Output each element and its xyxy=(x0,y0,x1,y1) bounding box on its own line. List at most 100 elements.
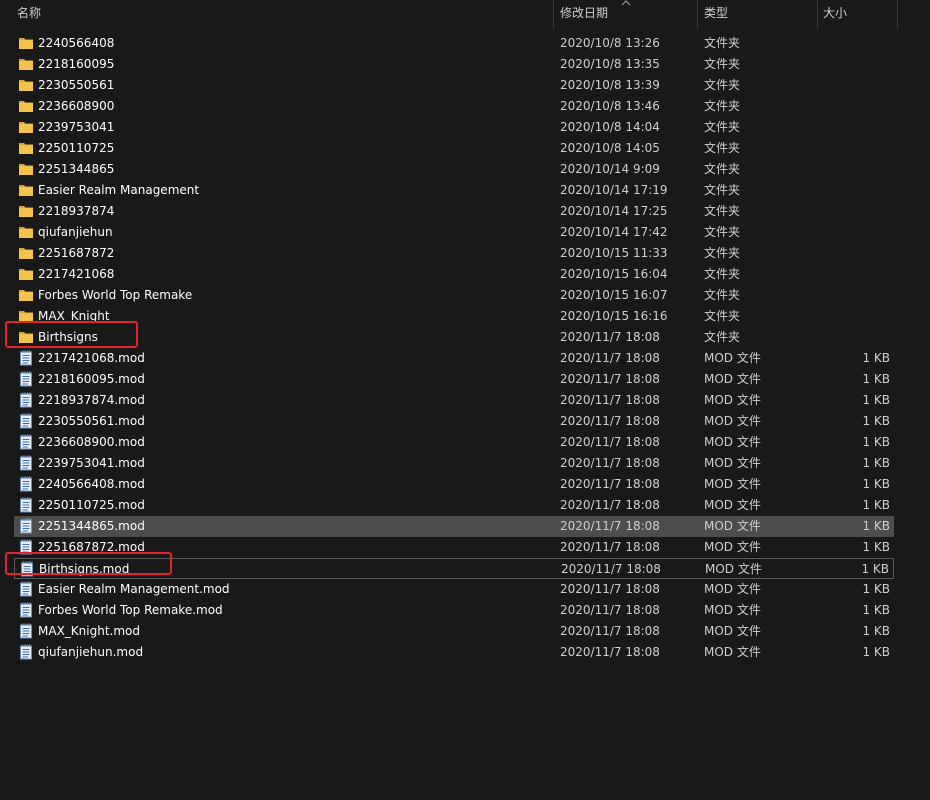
file-row[interactable]: 2217421068.mod 2020/11/7 18:08 MOD 文件 1 KB xyxy=(14,348,894,369)
file-modified-date: 2020/10/14 9:09 xyxy=(560,162,660,176)
folder-row[interactable]: 2218937874 2020/10/14 17:25 文件夹 xyxy=(14,201,894,222)
folder-icon xyxy=(18,140,34,156)
folder-row[interactable]: 2236608900 2020/10/8 13:46 文件夹 xyxy=(14,96,894,117)
file-type: 文件夹 xyxy=(704,330,741,344)
file-type: 文件夹 xyxy=(704,288,741,302)
file-size: 1 KB xyxy=(862,519,890,533)
notepad-file-icon xyxy=(18,350,34,366)
file-name: 2230550561.mod xyxy=(38,414,145,428)
file-row[interactable]: Easier Realm Management.mod 2020/11/7 18:… xyxy=(14,579,894,600)
file-size: 1 KB xyxy=(862,540,890,554)
file-modified-date: 2020/10/8 14:05 xyxy=(560,141,660,155)
file-type: 文件夹 xyxy=(704,267,741,281)
file-name: qiufanjiehun xyxy=(38,225,113,239)
column-divider[interactable] xyxy=(697,0,698,28)
column-divider[interactable] xyxy=(817,0,818,28)
folder-row[interactable]: 2251344865 2020/10/14 9:09 文件夹 xyxy=(14,159,894,180)
notepad-file-icon xyxy=(18,434,34,450)
notepad-file-icon xyxy=(18,518,34,534)
file-row[interactable]: 2240566408.mod 2020/11/7 18:08 MOD 文件 1 KB xyxy=(14,474,894,495)
folder-row[interactable]: 2217421068 2020/10/15 16:04 文件夹 xyxy=(14,264,894,285)
file-name: 2240566408 xyxy=(38,36,115,50)
folder-row[interactable]: Forbes World Top Remake 2020/10/15 16:07 文… xyxy=(14,285,894,306)
column-header-name[interactable]: 名称 xyxy=(17,0,547,28)
folder-row[interactable]: MAX_Knight 2020/10/15 16:16 文件夹 xyxy=(14,306,894,327)
file-modified-date: 2020/10/15 16:07 xyxy=(560,288,668,302)
file-name: 2239753041.mod xyxy=(38,456,145,470)
file-modified-date: 2020/11/7 18:08 xyxy=(560,330,660,344)
highlight-box xyxy=(5,321,138,348)
file-modified-date: 2020/11/7 18:08 xyxy=(560,435,660,449)
file-size: 1 KB xyxy=(862,498,890,512)
file-row[interactable]: 2218937874.mod 2020/11/7 18:08 MOD 文件 1 KB xyxy=(14,390,894,411)
file-modified-date: 2020/10/8 13:26 xyxy=(560,36,660,50)
folder-icon xyxy=(18,56,34,72)
file-modified-date: 2020/11/7 18:08 xyxy=(560,519,660,533)
file-modified-date: 2020/10/8 13:35 xyxy=(560,57,660,71)
folder-row[interactable]: qiufanjiehun 2020/10/14 17:42 文件夹 xyxy=(14,222,894,243)
file-modified-date: 2020/11/7 18:08 xyxy=(560,372,660,386)
file-row[interactable]: 2239753041.mod 2020/11/7 18:08 MOD 文件 1 KB xyxy=(14,453,894,474)
folder-row[interactable]: 2230550561 2020/10/8 13:39 文件夹 xyxy=(14,75,894,96)
file-row[interactable]: MAX_Knight.mod 2020/11/7 18:08 MOD 文件 1 KB xyxy=(14,621,894,642)
file-modified-date: 2020/10/15 11:33 xyxy=(560,246,668,260)
notepad-file-icon xyxy=(18,497,34,513)
file-name: 2250110725 xyxy=(38,141,115,155)
folder-row[interactable]: 2251687872 2020/10/15 11:33 文件夹 xyxy=(14,243,894,264)
folder-row[interactable]: 2218160095 2020/10/8 13:35 文件夹 xyxy=(14,54,894,75)
column-divider[interactable] xyxy=(553,0,554,28)
file-type: MOD 文件 xyxy=(704,372,761,386)
folder-row[interactable]: 2239753041 2020/10/8 14:04 文件夹 xyxy=(14,117,894,138)
file-row[interactable]: 2236608900.mod 2020/11/7 18:08 MOD 文件 1 KB xyxy=(14,432,894,453)
notepad-file-icon xyxy=(18,623,34,639)
notepad-file-icon xyxy=(18,581,34,597)
file-type: MOD 文件 xyxy=(704,645,761,659)
folder-icon xyxy=(18,161,34,177)
file-type: 文件夹 xyxy=(704,183,741,197)
folder-icon xyxy=(18,287,34,303)
file-name: 2218160095.mod xyxy=(38,372,145,386)
file-row[interactable]: 2250110725.mod 2020/11/7 18:08 MOD 文件 1 KB xyxy=(14,495,894,516)
file-modified-date: 2020/11/7 18:08 xyxy=(560,393,660,407)
file-type: MOD 文件 xyxy=(704,351,761,365)
file-size: 1 KB xyxy=(862,435,890,449)
folder-icon xyxy=(18,77,34,93)
file-name: Forbes World Top Remake.mod xyxy=(38,603,223,617)
file-type: MOD 文件 xyxy=(704,519,761,533)
file-size: 1 KB xyxy=(862,603,890,617)
file-modified-date: 2020/10/14 17:19 xyxy=(560,183,668,197)
file-modified-date: 2020/11/7 18:08 xyxy=(560,351,660,365)
file-row[interactable]: 2218160095.mod 2020/11/7 18:08 MOD 文件 1 KB xyxy=(14,369,894,390)
column-header-type[interactable]: 类型 xyxy=(704,0,814,28)
file-type: 文件夹 xyxy=(704,141,741,155)
file-row[interactable]: qiufanjiehun.mod 2020/11/7 18:08 MOD 文件 1 K… xyxy=(14,642,894,663)
file-modified-date: 2020/11/7 18:08 xyxy=(560,414,660,428)
file-modified-date: 2020/10/8 13:39 xyxy=(560,78,660,92)
column-divider[interactable] xyxy=(897,0,898,28)
file-size: 1 KB xyxy=(862,393,890,407)
file-modified-date: 2020/10/14 17:25 xyxy=(560,204,668,218)
file-size: 1 KB xyxy=(862,372,890,386)
column-header-size[interactable]: 大小 xyxy=(823,0,893,28)
file-type: 文件夹 xyxy=(704,309,741,323)
folder-row[interactable]: Easier Realm Management 2020/10/14 17:19 文… xyxy=(14,180,894,201)
folder-row[interactable]: 2250110725 2020/10/8 14:05 文件夹 xyxy=(14,138,894,159)
file-row[interactable]: 2251344865.mod 2020/11/7 18:08 MOD 文件 1 KB xyxy=(14,516,894,537)
file-type: 文件夹 xyxy=(704,78,741,92)
folder-row[interactable]: Birthsigns 2020/11/7 18:08 文件夹 xyxy=(14,327,894,348)
file-row[interactable]: 2230550561.mod 2020/11/7 18:08 MOD 文件 1 KB xyxy=(14,411,894,432)
file-size: 1 KB xyxy=(861,562,889,576)
file-type: MOD 文件 xyxy=(705,562,762,576)
file-name: 2218937874 xyxy=(38,204,115,218)
file-modified-date: 2020/11/7 18:08 xyxy=(560,624,660,638)
file-row[interactable]: Forbes World Top Remake.mod 2020/11/7 18:… xyxy=(14,600,894,621)
file-name: 2217421068.mod xyxy=(38,351,145,365)
file-name: 2251344865.mod xyxy=(38,519,145,533)
file-name: 2236608900.mod xyxy=(38,435,145,449)
highlight-box xyxy=(5,552,172,575)
column-header-date-label: 修改日期 xyxy=(560,6,609,20)
folder-row[interactable]: 2240566408 2020/10/8 13:26 文件夹 xyxy=(14,33,894,54)
file-name: Easier Realm Management.mod xyxy=(38,582,230,596)
file-size: 1 KB xyxy=(862,414,890,428)
file-type: MOD 文件 xyxy=(704,498,761,512)
